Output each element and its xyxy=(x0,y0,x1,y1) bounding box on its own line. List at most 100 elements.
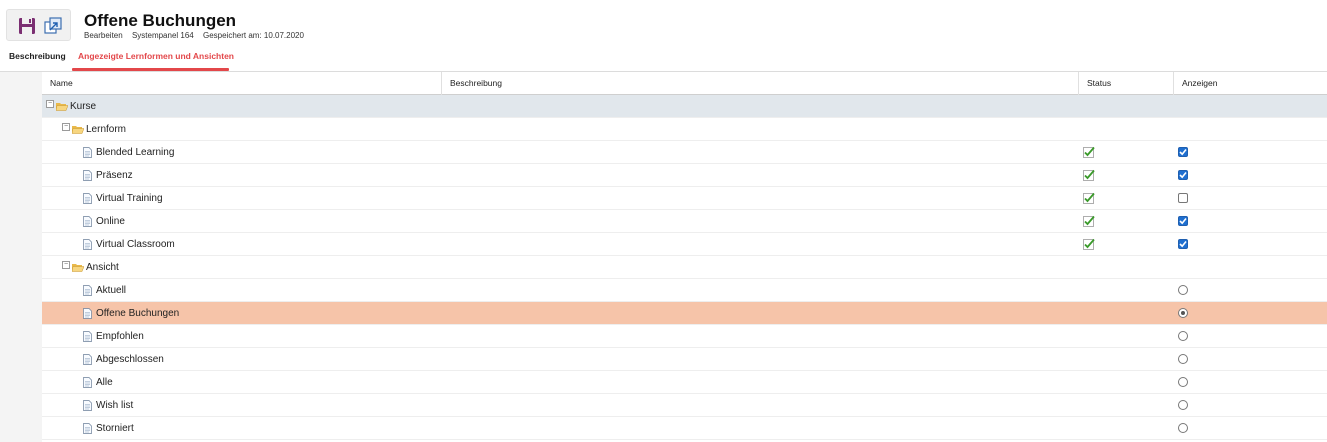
status-check-icon xyxy=(1083,238,1095,250)
row-label: Virtual Classroom xyxy=(96,239,175,250)
folder-open-icon xyxy=(72,126,84,134)
collapse-toggle-icon[interactable]: − xyxy=(46,99,54,108)
name-cell: − Lernform xyxy=(62,118,126,141)
show-cell xyxy=(1178,216,1188,226)
tree-row[interactable]: Virtual Classroom xyxy=(42,233,1327,256)
name-cell: Empfohlen xyxy=(83,325,144,348)
checkmark-icon xyxy=(1179,171,1187,179)
column-header-anzeigen[interactable]: Anzeigen xyxy=(1173,72,1327,95)
tree-row[interactable]: − Lernform xyxy=(42,118,1327,141)
checkmark-icon xyxy=(1179,217,1187,225)
show-cell xyxy=(1178,331,1188,341)
status-check-icon xyxy=(1083,215,1095,227)
grid-header: Name Beschreibung Status Anzeigen xyxy=(42,72,1327,95)
name-cell: Aktuell xyxy=(83,279,126,302)
show-radio[interactable] xyxy=(1178,354,1188,364)
tab-lernformen-ansichten[interactable]: Angezeigte Lernformen und Ansichten xyxy=(78,51,234,61)
save-button[interactable] xyxy=(16,15,38,37)
tree-row[interactable]: Blended Learning xyxy=(42,141,1327,164)
document-icon xyxy=(83,423,92,434)
show-cell xyxy=(1178,377,1188,387)
document-icon xyxy=(83,308,92,319)
row-label: Online xyxy=(96,216,125,227)
show-radio[interactable] xyxy=(1178,285,1188,295)
page-header: Offene Buchungen Bearbeiten Systempanel … xyxy=(0,0,1327,72)
grid-body: − Kurse − Lernform Blended Learning Präsenz Vi… xyxy=(42,95,1327,440)
tree-row[interactable]: Storniert xyxy=(42,417,1327,440)
show-radio[interactable] xyxy=(1178,400,1188,410)
row-label: Wish list xyxy=(96,400,134,411)
status-check-icon xyxy=(1083,192,1095,204)
row-label: Lernform xyxy=(86,124,127,135)
document-icon xyxy=(83,285,92,296)
row-label: Blended Learning xyxy=(96,147,175,158)
show-radio[interactable] xyxy=(1178,331,1188,341)
column-header-status[interactable]: Status xyxy=(1078,72,1173,95)
tree-row[interactable]: − Kurse xyxy=(42,95,1327,118)
name-cell: Online xyxy=(83,210,125,233)
name-cell: Virtual Training xyxy=(83,187,163,210)
show-radio[interactable] xyxy=(1178,423,1188,433)
name-cell: Abgeschlossen xyxy=(83,348,164,371)
tree-row[interactable]: Präsenz xyxy=(42,164,1327,187)
active-tab-indicator xyxy=(72,68,229,71)
document-icon xyxy=(83,400,92,411)
name-cell: − Ansicht xyxy=(62,256,119,279)
folder-open-icon xyxy=(72,264,84,272)
row-label: Aktuell xyxy=(96,285,127,296)
system-panel-label: Systempanel 164 xyxy=(131,31,194,40)
name-cell: Storniert xyxy=(83,417,134,440)
row-label: Offene Buchungen xyxy=(96,308,180,319)
collapse-toggle-icon[interactable]: − xyxy=(62,260,70,269)
document-icon xyxy=(83,216,92,227)
checkmark-icon xyxy=(1179,240,1187,248)
column-header-beschreibung[interactable]: Beschreibung xyxy=(441,72,1078,95)
show-radio[interactable] xyxy=(1178,377,1188,387)
tree-row[interactable]: Virtual Training xyxy=(42,187,1327,210)
column-header-name[interactable]: Name xyxy=(42,72,441,95)
tree-row[interactable]: Online xyxy=(42,210,1327,233)
tree-row[interactable]: Empfohlen xyxy=(42,325,1327,348)
document-icon xyxy=(83,377,92,388)
tree-row[interactable]: − Ansicht xyxy=(42,256,1327,279)
row-label: Abgeschlossen xyxy=(96,354,164,365)
toolbar xyxy=(6,9,71,41)
row-label: Storniert xyxy=(96,423,134,434)
tab-beschreibung[interactable]: Beschreibung xyxy=(9,51,66,61)
status-check-icon xyxy=(1083,169,1095,181)
name-cell: Wish list xyxy=(83,394,133,417)
show-cell xyxy=(1178,400,1188,410)
name-cell: Alle xyxy=(83,371,113,394)
show-cell xyxy=(1178,193,1188,203)
show-checkbox[interactable] xyxy=(1178,239,1188,249)
header-subline: Bearbeiten Systempanel 164 Gespeichert a… xyxy=(84,31,311,40)
saved-date: Gespeichert am: 10.07.2020 xyxy=(203,31,304,40)
tree-row[interactable]: Aktuell xyxy=(42,279,1327,302)
status-check-icon xyxy=(1083,146,1095,158)
row-label: Empfohlen xyxy=(96,331,144,342)
collapse-toggle-icon[interactable]: − xyxy=(62,122,70,131)
show-cell xyxy=(1178,423,1188,433)
document-icon xyxy=(83,354,92,365)
show-cell xyxy=(1178,239,1188,249)
checkmark-icon xyxy=(1179,148,1187,156)
edit-link[interactable]: Bearbeiten xyxy=(84,31,123,40)
tree-row[interactable]: Offene Buchungen xyxy=(42,302,1327,325)
row-label: Präsenz xyxy=(96,170,133,181)
tree-row[interactable]: Alle xyxy=(42,371,1327,394)
name-cell: − Kurse xyxy=(46,95,96,118)
floppy-disk-icon xyxy=(19,18,35,34)
show-radio[interactable] xyxy=(1178,308,1188,318)
tree-row[interactable]: Wish list xyxy=(42,394,1327,417)
document-icon xyxy=(83,147,92,158)
name-cell: Blended Learning xyxy=(83,141,174,164)
name-cell: Präsenz xyxy=(83,164,133,187)
show-cell xyxy=(1178,147,1188,157)
show-checkbox[interactable] xyxy=(1178,193,1188,203)
show-checkbox[interactable] xyxy=(1178,147,1188,157)
show-checkbox[interactable] xyxy=(1178,170,1188,180)
page-title: Offene Buchungen xyxy=(84,11,237,30)
tree-row[interactable]: Abgeschlossen xyxy=(42,348,1327,371)
show-checkbox[interactable] xyxy=(1178,216,1188,226)
export-button[interactable] xyxy=(42,15,64,37)
